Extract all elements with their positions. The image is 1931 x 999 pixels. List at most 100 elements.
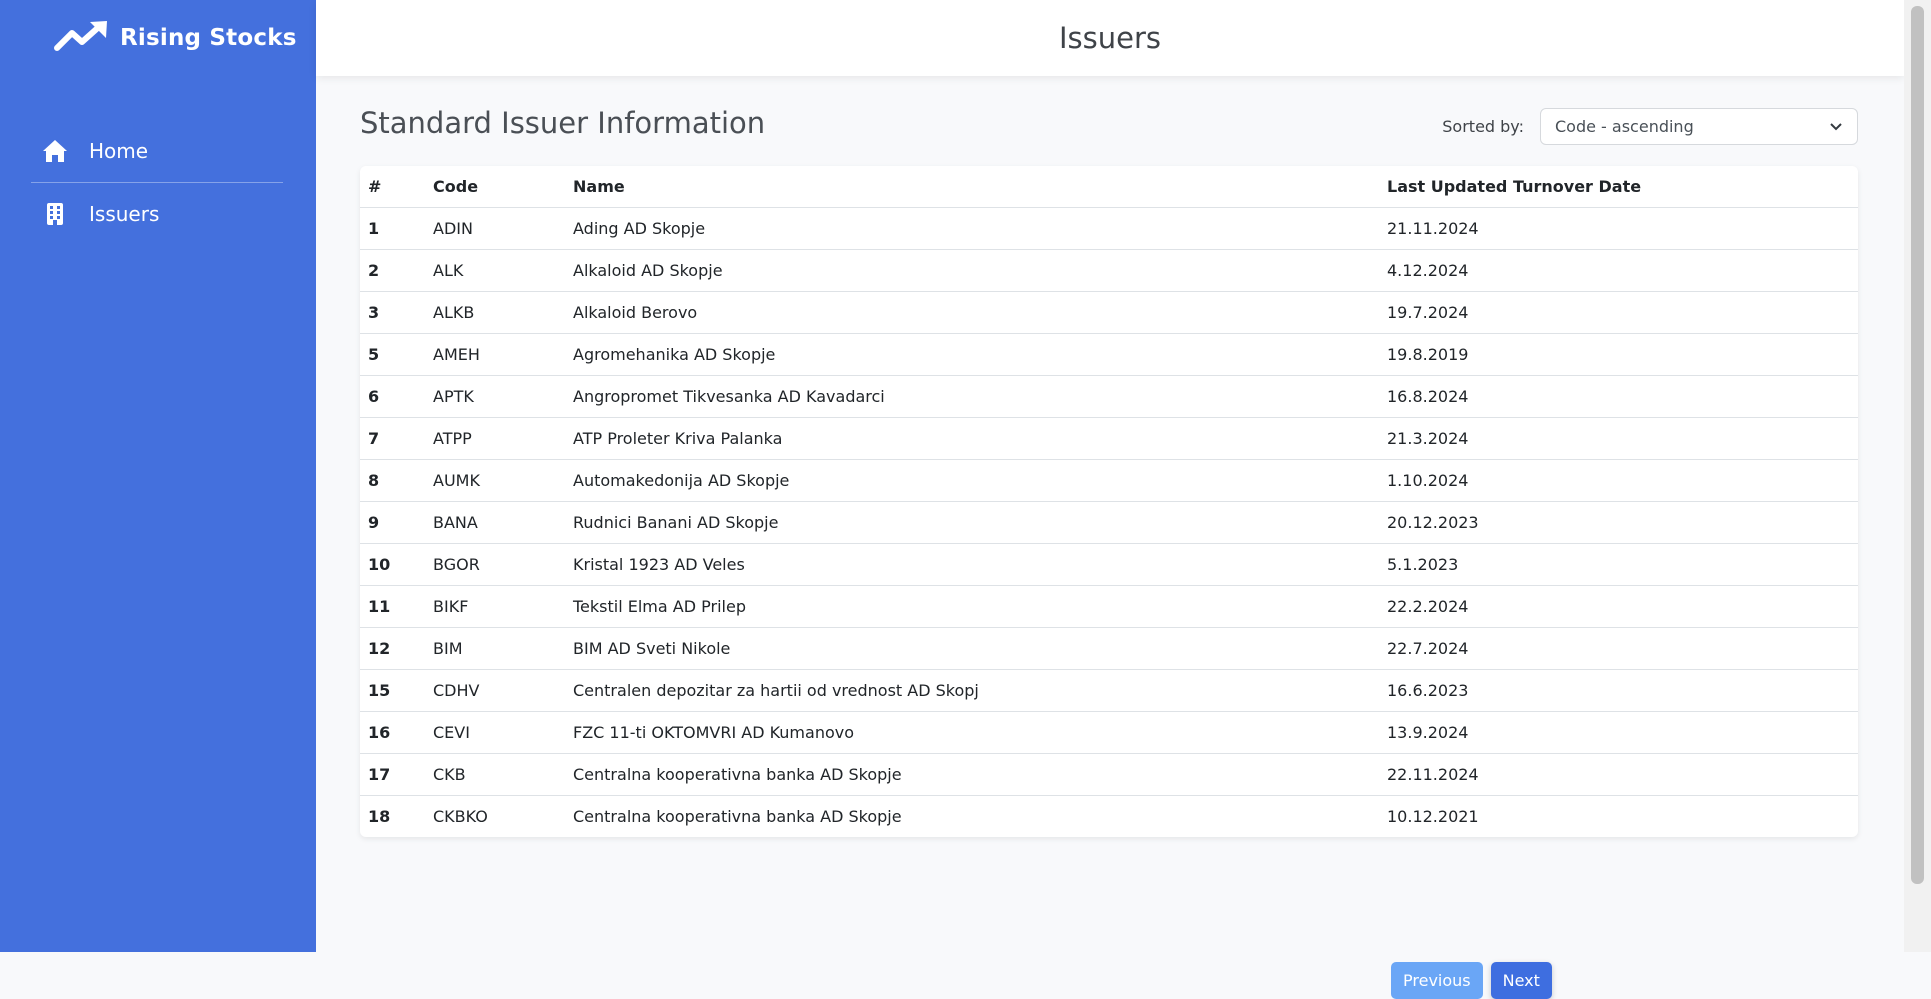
issuers-table: # Code Name Last Updated Turnover Date 1…	[360, 166, 1858, 837]
table-row[interactable]: 17 CKB Centralna kooperativna banka AD Sko…	[360, 753, 1858, 796]
turnover-date: 1.10.2024	[1379, 459, 1858, 502]
row-index: 10	[360, 543, 425, 586]
turnover-date: 21.11.2024	[1379, 207, 1858, 250]
issuer-code: ALK	[425, 249, 565, 292]
issuer-code: CEVI	[425, 711, 565, 754]
table-body: 1 ADIN Ading AD Skopje 21.11.2024 2 ALK Alkalo…	[360, 207, 1858, 838]
sort-control: Sorted by: Code - ascending	[1442, 108, 1858, 145]
turnover-date: 16.8.2024	[1379, 375, 1858, 418]
table-row[interactable]: 3 ALKB Alkaloid Berovo 19.7.2024	[360, 291, 1858, 334]
turnover-date: 22.11.2024	[1379, 753, 1858, 796]
row-index: 2	[360, 249, 425, 292]
issuer-name: Alkaloid AD Skopje	[565, 249, 1379, 292]
turnover-date: 21.3.2024	[1379, 417, 1858, 460]
building-icon	[41, 200, 69, 228]
issuer-name: FZC 11-ti OKTOMVRI AD Kumanovo	[565, 711, 1379, 754]
turnover-date: 22.2.2024	[1379, 585, 1858, 628]
issuer-code: BGOR	[425, 543, 565, 586]
turnover-date: 16.6.2023	[1379, 669, 1858, 712]
page-title: Issuers	[1058, 21, 1162, 55]
scrollbar-thumb[interactable]	[1911, 6, 1924, 884]
table-row[interactable]: 12 BIM BIM AD Sveti Nikole 22.7.2024	[360, 627, 1858, 670]
turnover-date: 10.12.2021	[1387, 807, 1479, 826]
sidebar-item-label: Home	[89, 139, 149, 163]
sort-select[interactable]: Code - ascending	[1540, 108, 1858, 145]
row-index: 15	[360, 669, 425, 712]
table-row[interactable]: 10 BGOR Kristal 1923 AD Veles 5.1.2023	[360, 543, 1858, 586]
table-row[interactable]: 7 ATPP ATP Proleter Kriva Palanka 21.3.2024	[360, 417, 1858, 460]
issuer-code: AUMK	[425, 459, 565, 502]
issuer-name: BIM AD Sveti Nikole	[565, 627, 1379, 670]
issuer-name: Centralna kooperativna banka AD Skopje	[565, 753, 1379, 796]
issuer-name: Kristal 1923 AD Veles	[565, 543, 1379, 586]
turnover-date: 20.12.2023	[1379, 501, 1858, 544]
sort-label: Sorted by:	[1442, 117, 1524, 136]
table-row[interactable]: 11 BIKF Tekstil Elma AD Prilep 22.2.2024	[360, 585, 1858, 628]
turnover-date: 5.1.2023	[1379, 543, 1858, 586]
issuer-name: Ading AD Skopje	[565, 207, 1379, 250]
turnover-date: 4.12.2024	[1379, 249, 1858, 292]
sidebar-nav: Home Issuers	[31, 120, 283, 245]
column-header: Name	[565, 166, 1379, 208]
brand-logo[interactable]: Rising Stocks	[54, 18, 297, 58]
turnover-date: 22.7.2024	[1379, 627, 1858, 670]
row-index: 8	[360, 459, 425, 502]
section-heading: Standard Issuer Information	[360, 106, 766, 140]
table-row[interactable]: 16 CEVI FZC 11-ti OKTOMVRI AD Kumanovo 13.9…	[360, 711, 1858, 754]
row-index: 16	[360, 711, 425, 754]
column-header: Last Updated Turnover Date	[1379, 166, 1858, 208]
issuers-table-card: # Code Name Last Updated Turnover Date 1…	[360, 166, 1858, 837]
turnover-date: 13.9.2024	[1379, 711, 1858, 754]
table-row[interactable]: 6 APTK Angropromet Tikvesanka AD Kavadarci…	[360, 375, 1858, 418]
table-row[interactable]: 5 AMEH Agromehanika AD Skopje 19.8.2019	[360, 333, 1858, 376]
issuer-code: CKB	[425, 753, 565, 796]
issuer-name: Angropromet Tikvesanka AD Kavadarci	[565, 375, 1379, 418]
issuer-code: AMEH	[425, 333, 565, 376]
issuer-name: Agromehanika AD Skopje	[565, 333, 1379, 376]
row-index: 12	[360, 627, 425, 670]
sidebar-item-label: Issuers	[89, 202, 160, 226]
issuer-name: Tekstil Elma AD Prilep	[565, 585, 1379, 628]
row-index: 7	[360, 417, 425, 460]
issuer-name: Centralna kooperativna banka AD Skopje	[573, 807, 902, 826]
issuer-code: APTK	[425, 375, 565, 418]
issuer-code: CDHV	[425, 669, 565, 712]
top-header: Issuers	[316, 0, 1904, 76]
sidebar-item-home[interactable]: Home	[31, 120, 283, 182]
issuer-name: ATP Proleter Kriva Palanka	[565, 417, 1379, 460]
scrollbar[interactable]	[1904, 0, 1931, 952]
issuer-code: ATPP	[425, 417, 565, 460]
table-row[interactable]: 2 ALK Alkaloid AD Skopje 4.12.2024	[360, 249, 1858, 292]
table-row[interactable]: 9 BANA Rudnici Banani AD Skopje 20.12.2023	[360, 501, 1858, 544]
trending-up-icon	[54, 20, 110, 56]
pagination: Previous Next	[1391, 962, 1552, 999]
table-row[interactable]: 18 CKBKO Centralna kooperativna banka AD S…	[360, 796, 1858, 838]
next-button[interactable]: Next	[1490, 962, 1552, 999]
row-index: 11	[360, 585, 425, 628]
issuer-name: Centralen depozitar za hartii od vrednos…	[565, 669, 1379, 712]
sidebar: Rising Stocks Home Issuers	[0, 0, 316, 952]
issuer-code: CKBKO	[433, 807, 488, 826]
row-index: 6	[360, 375, 425, 418]
table-row[interactable]: 8 AUMK Automakedonija AD Skopje 1.10.2024	[360, 459, 1858, 502]
issuer-name: Automakedonija AD Skopje	[565, 459, 1379, 502]
issuer-code: BIKF	[425, 585, 565, 628]
row-index: 1	[360, 207, 425, 250]
table-row[interactable]: 15 CDHV Centralen depozitar za hartii od v…	[360, 669, 1858, 712]
turnover-date: 19.8.2019	[1379, 333, 1858, 376]
row-index: 3	[360, 291, 425, 334]
issuer-name: Alkaloid Berovo	[565, 291, 1379, 334]
row-index: 5	[360, 333, 425, 376]
issuer-code: BANA	[425, 501, 565, 544]
table-row[interactable]: 1 ADIN Ading AD Skopje 21.11.2024	[360, 207, 1858, 250]
sidebar-item-issuers[interactable]: Issuers	[31, 183, 283, 245]
sort-select-value: Code - ascending	[1555, 117, 1694, 136]
issuer-name: Rudnici Banani AD Skopje	[565, 501, 1379, 544]
row-index: 17	[360, 753, 425, 796]
chevron-down-icon	[1829, 117, 1843, 136]
column-header: #	[360, 166, 425, 208]
issuer-code: ADIN	[425, 207, 565, 250]
turnover-date: 19.7.2024	[1379, 291, 1858, 334]
previous-button[interactable]: Previous	[1391, 962, 1483, 999]
home-icon	[41, 137, 69, 165]
